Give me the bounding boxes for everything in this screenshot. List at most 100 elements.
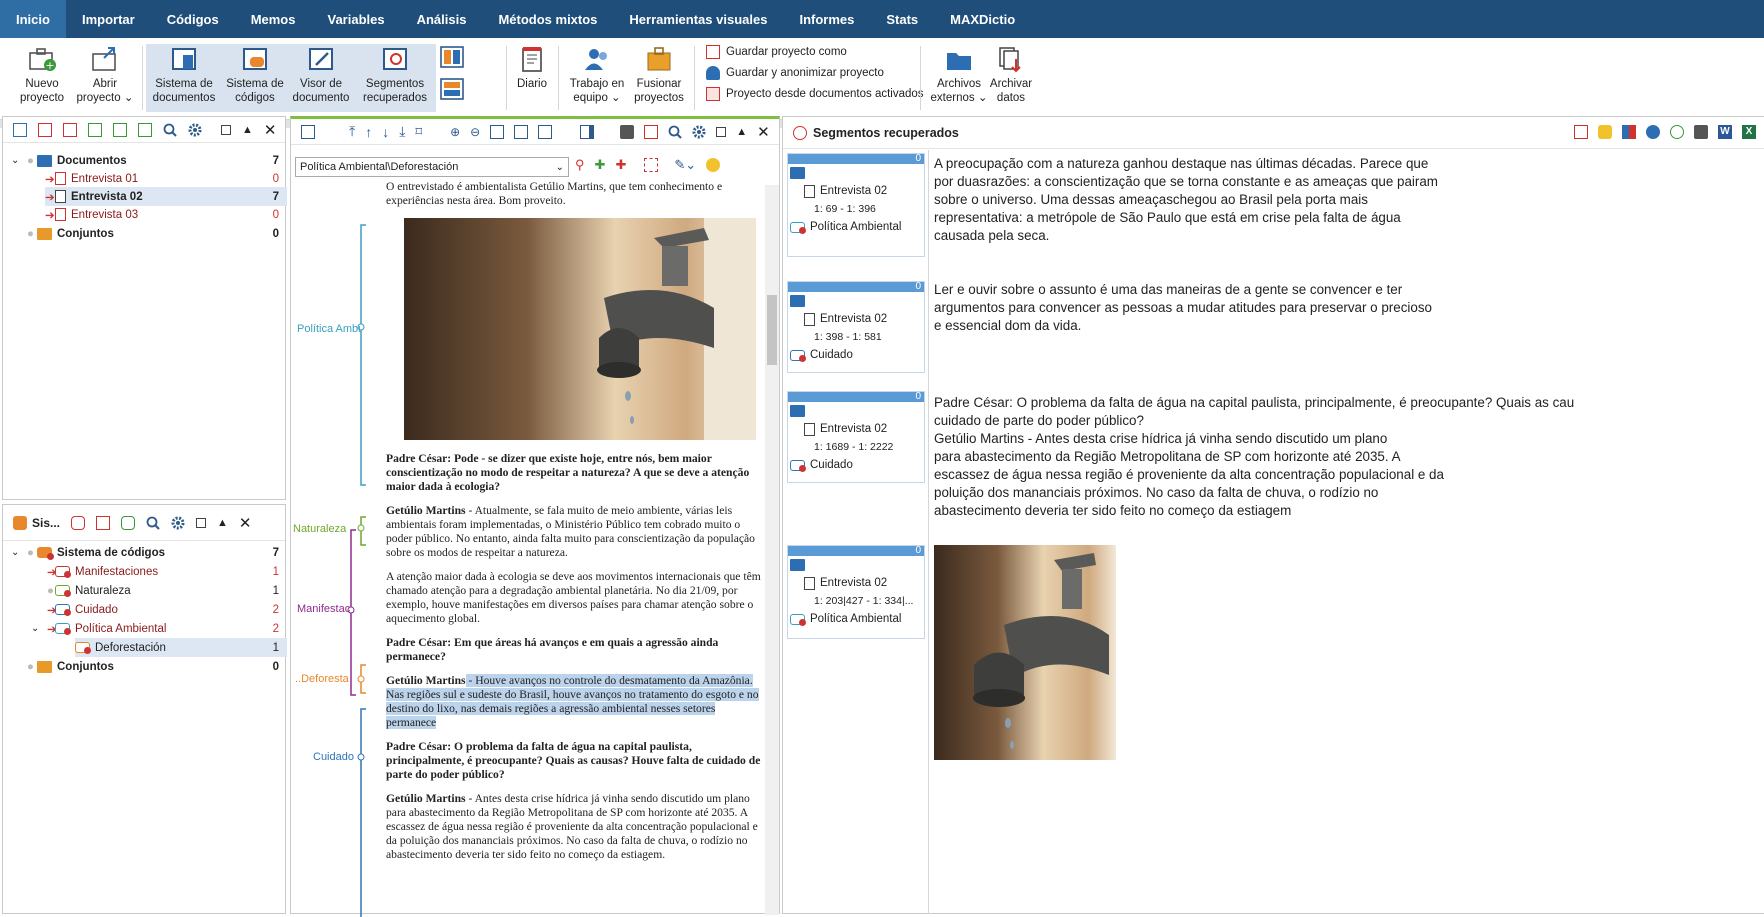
tree-sets-root[interactable]: ● Conjuntos 0 [27,224,287,243]
document-system-button[interactable]: Sistema de documentos [146,44,222,112]
layout-grid-icon-2[interactable] [440,78,464,102]
tree-code-item[interactable]: ➔ Manifestaciones 1 [47,562,287,581]
down-arrow-icon[interactable]: ↓ [382,124,389,140]
filter-icon[interactable] [63,122,77,137]
tree-code-item[interactable]: ➔ Cuidado 2 [47,600,287,619]
stripe-label-cuidado[interactable]: Cuidado [313,751,354,763]
close-icon[interactable]: ✕ [757,123,770,141]
layout-grid-icon-1[interactable] [440,46,464,70]
import-icon[interactable] [88,122,102,137]
word-export-icon[interactable]: W [1718,125,1732,139]
code-multi-icon[interactable]: ✚ [615,157,626,173]
bookmark-icon[interactable]: ⌑ [415,124,422,140]
tree-code-item[interactable]: ● Naturaleza 1 [47,581,287,600]
tree-subcode-item-selected[interactable]: Deforestación 1 [75,638,287,657]
gear-icon[interactable] [171,516,185,530]
print-icon[interactable] [1694,125,1708,139]
tree-code-item[interactable]: ⌄ ➔ Política Ambiental 2 [31,619,287,638]
collapse-icon[interactable]: ▲ [242,124,253,136]
restore-window-icon[interactable] [196,517,207,528]
tree-sets-root[interactable]: ● Conjuntos 0 [27,657,287,676]
bottom-icon[interactable]: ⤓ [399,123,405,140]
excel-export-icon[interactable]: X [1742,125,1756,139]
panel-icon[interactable] [580,124,595,139]
chevron-down-icon[interactable]: ⌄ [31,623,47,634]
code-add-icon[interactable]: ✚ [595,157,606,173]
external-files-button[interactable]: Archivos externos ⌄ [930,44,988,112]
segment-card[interactable]: 0 Entrevista 02 1: 1689 - 1: 2222 Cuidad… [787,391,925,483]
code-bracket-cuidado[interactable] [357,708,366,917]
document-viewer-button[interactable]: Visor de documento [288,44,354,112]
new-folder-icon[interactable] [138,122,152,137]
chevron-down-icon[interactable]: ⌄ [11,547,27,558]
project-from-docs-button[interactable]: Proyecto desde documentos activados [706,85,924,103]
segment-text-1[interactable]: A preocupação com a natureza ganhou dest… [934,155,1438,245]
export-icon[interactable] [644,124,659,139]
tree-document-item[interactable]: ➔ Entrevista 01 0 [45,169,287,188]
menu-tab-0[interactable]: Inicio [0,0,66,38]
segment-text-2[interactable]: Ler e ouvir sobre o assunto é uma das ma… [934,281,1432,335]
select-area-icon[interactable] [644,158,659,172]
gear-icon[interactable] [188,123,202,137]
segment-text-3[interactable]: Padre César: O problema da falta de água… [934,394,1762,520]
menu-tab-3[interactable]: Memos [235,0,312,38]
highlighter-icon[interactable]: ✎⌄ [674,157,696,173]
tree-document-item[interactable]: ➔ Entrevista 03 0 [45,205,287,224]
stripe-label-manifestaciones[interactable]: Manifestac [297,603,350,615]
merge-projects-button[interactable]: Fusionar proyectos [630,44,688,112]
menu-tab-6[interactable]: Métodos mixtos [482,0,613,38]
tree-document-item-selected[interactable]: ➔ Entrevista 02 7 [45,187,287,206]
copy-icon[interactable] [13,122,27,137]
menu-tab-9[interactable]: Stats [870,0,934,38]
code-dropdown[interactable]: Política Ambiental\Deforestación ⌄ [295,157,569,177]
fit-height-icon[interactable] [514,124,529,139]
menu-tab-8[interactable]: Informes [783,0,870,38]
color-code-icon[interactable] [1622,125,1636,139]
viewer-scrollbar[interactable] [765,185,779,915]
new-code-icon[interactable] [71,515,86,530]
restore-window-icon[interactable] [716,126,727,137]
code-system-button[interactable]: Sistema de códigos [222,44,288,112]
emoji-icon[interactable] [706,158,721,172]
archive-data-button[interactable]: Archivar datos [988,44,1034,112]
stripe-label-naturaleza[interactable]: Naturaleza [293,523,346,535]
code-settings-icon[interactable] [121,515,136,530]
code-bracket-naturaleza[interactable] [357,516,366,546]
stripe-label-politica[interactable]: Política Ambi [297,323,361,335]
code-filter-icon[interactable] [1574,125,1588,139]
segment-card[interactable]: 0 Entrevista 02 1: 69 - 1: 396 Política … [787,153,925,257]
menu-tab-5[interactable]: Análisis [401,0,483,38]
code-bracket-deforestacion[interactable] [357,664,366,694]
save-project-as-button[interactable]: Guardar proyecto como [706,43,847,61]
menu-tab-2[interactable]: Códigos [151,0,235,38]
gear-icon[interactable] [692,125,706,139]
menu-tab-1[interactable]: Importar [66,0,151,38]
collapse-icon[interactable]: ▲ [217,517,228,529]
menu-tab-4[interactable]: Variables [311,0,400,38]
new-project-button[interactable]: + Nuevo proyecto [14,44,70,112]
search-icon[interactable] [163,123,177,137]
retrieved-segments-button[interactable]: Segmentos recuperados [354,44,436,112]
group-icon[interactable] [1646,125,1660,139]
teamwork-button[interactable]: Trabajo en equipo ⌄ [566,44,628,112]
segment-faucet-image[interactable] [934,545,1116,760]
close-icon[interactable]: ✕ [264,121,277,139]
top-icon[interactable]: ⤒ [349,123,355,140]
up-arrow-icon[interactable]: ↑ [365,124,372,140]
search-icon[interactable] [146,516,160,530]
code-add-icon[interactable] [1670,125,1684,139]
tree-documents-root[interactable]: ⌄ ● Documentos 7 [11,151,287,170]
duplicate-icon[interactable] [38,122,52,137]
segment-card[interactable]: 0 Entrevista 02 1: 203|427 - 1: 334|... … [787,545,925,639]
open-project-button[interactable]: Abrir proyecto ⌄ [74,44,136,112]
zoom-out-icon[interactable]: ⊖ [470,125,480,139]
new-document-icon[interactable] [113,122,127,137]
filter-icon[interactable] [96,515,111,530]
zoom-in-icon[interactable]: ⊕ [450,125,460,139]
menu-tab-10[interactable]: MAXDictio [934,0,1031,38]
save-anonymize-button[interactable]: Guardar y anonimizar proyecto [706,64,884,82]
print-icon[interactable] [620,124,635,139]
fit-width-icon[interactable] [490,124,505,139]
collapse-icon[interactable]: ▲ [736,126,747,138]
restore-window-icon[interactable] [221,124,231,135]
